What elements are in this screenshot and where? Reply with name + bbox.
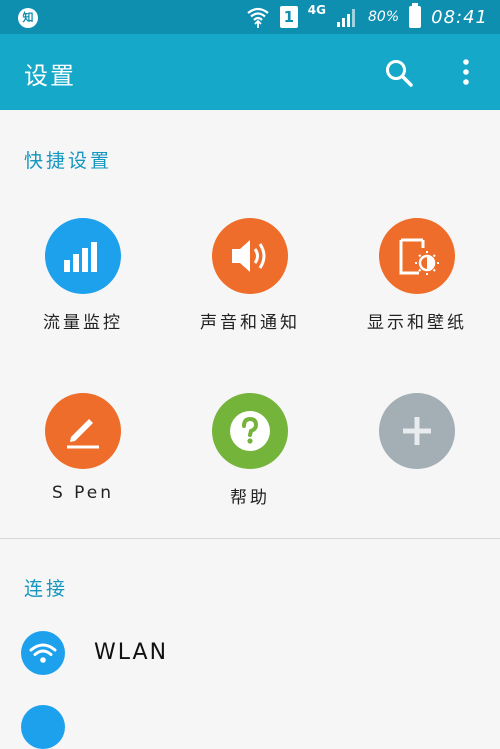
section-divider xyxy=(0,538,500,539)
display-tile-circle[interactable] xyxy=(379,218,455,294)
display-brightness-icon xyxy=(399,238,439,275)
page-title: 设置 xyxy=(24,62,76,90)
add-icon xyxy=(403,417,431,445)
quick-settings-header: 快捷设置 xyxy=(24,150,113,172)
data-usage-tile-circle[interactable] xyxy=(45,218,121,294)
sound-tile-circle[interactable] xyxy=(212,218,288,294)
notification-app-icon: 知 xyxy=(18,8,38,28)
help-tile-circle[interactable] xyxy=(212,393,288,469)
add-tile-circle[interactable] xyxy=(379,393,455,469)
quick-setting-label: 流量监控 xyxy=(43,313,123,333)
settings-row-label: WLAN xyxy=(94,640,169,665)
status-bar: 知 1 4G 80% 08:41 xyxy=(0,0,500,34)
quick-setting-label: 显示和壁纸 xyxy=(367,313,467,333)
quick-setting-s-pen[interactable]: S Pen xyxy=(8,393,158,503)
quick-setting-help[interactable]: 帮助 xyxy=(175,393,325,508)
quick-setting-label: 声音和通知 xyxy=(200,313,300,333)
wifi-icon xyxy=(247,7,269,28)
status-icons: 1 4G 80% 08:41 xyxy=(246,3,488,30)
sim-slot-badge: 1 xyxy=(279,6,298,28)
battery-percent: 80% xyxy=(368,9,400,25)
help-icon xyxy=(230,411,270,451)
quick-setting-display[interactable]: 显示和壁纸 xyxy=(342,218,492,333)
connections-header: 连接 xyxy=(24,578,69,600)
pen-icon xyxy=(67,419,99,449)
quick-setting-label: S Pen xyxy=(51,483,115,503)
quick-setting-data-usage[interactable]: 流量监控 xyxy=(8,218,158,333)
app-bar: 设置 xyxy=(0,34,500,110)
network-type-label: 4G xyxy=(307,3,326,17)
battery-icon xyxy=(409,3,422,28)
bar-chart-icon xyxy=(64,242,97,272)
search-icon[interactable] xyxy=(384,58,414,88)
quick-setting-sound[interactable]: 声音和通知 xyxy=(175,218,325,333)
wifi-icon xyxy=(21,631,65,675)
quick-setting-label: 帮助 xyxy=(230,488,270,508)
signal-icon xyxy=(337,9,355,27)
clock: 08:41 xyxy=(431,6,488,28)
settings-content: 快捷设置 流量监控 声音和通知 显示和壁纸 S Pen 帮助 连接 WLAN xyxy=(0,110,500,749)
settings-row-wlan[interactable]: WLAN xyxy=(0,620,500,690)
quick-setting-add[interactable] xyxy=(342,393,492,483)
speaker-icon xyxy=(232,240,266,272)
more-vert-icon[interactable] xyxy=(455,56,477,88)
next-setting-icon xyxy=(21,705,65,749)
s-pen-tile-circle[interactable] xyxy=(45,393,121,469)
